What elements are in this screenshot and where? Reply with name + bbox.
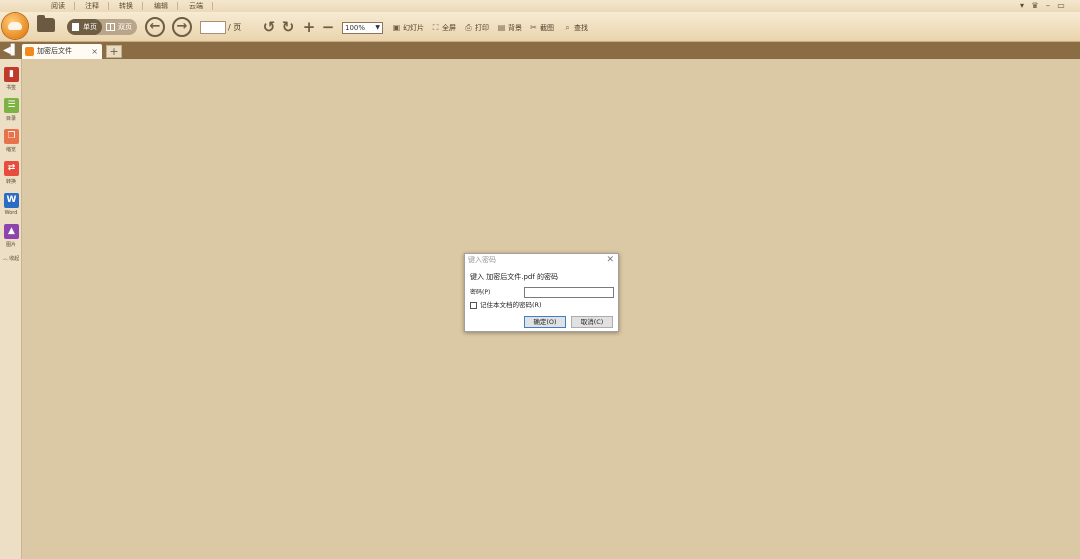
sidebar-item-label: Word [4, 210, 18, 216]
word-icon: W [4, 193, 19, 208]
single-page-label: 单页 [83, 23, 97, 31]
bookmark-icon: ▮ [4, 67, 19, 82]
background-button[interactable]: ▤ 背景 [497, 22, 522, 34]
zoom-in-icon[interactable]: + [301, 19, 317, 35]
sidebar-item-label: 书签 [5, 85, 16, 91]
sidebar-item-label: 目录 [5, 116, 16, 122]
double-page-label: 双页 [118, 23, 132, 31]
menu-tab-annotate[interactable]: 注释 [78, 0, 109, 12]
page-number-input[interactable] [200, 21, 226, 34]
toc-icon: ☰ [4, 98, 19, 113]
print-button[interactable]: ⎙ 打印 [464, 22, 489, 34]
document-tab-title: 加密后文件 [37, 47, 72, 55]
minimize-icon[interactable]: – [1042, 0, 1054, 12]
restore-icon[interactable]: ▭ [1055, 0, 1067, 12]
rotate-left-icon[interactable]: ↺ [261, 19, 277, 35]
cancel-button[interactable]: 取消(C) [571, 316, 613, 328]
sidebar-item-bookmarks[interactable]: ▮ 书签 [1, 67, 21, 95]
printer-icon: ⎙ [465, 23, 472, 32]
new-tab-button[interactable]: + [106, 45, 122, 58]
prev-page-button[interactable]: ← [145, 17, 165, 37]
dialog-prompt: 键入 加密后文件.pdf 的密码 [470, 273, 559, 281]
slideshow-label: 幻灯片 [403, 24, 424, 32]
sidebar-item-word[interactable]: W Word [1, 193, 21, 221]
sidebar-item-label: 图片 [5, 242, 16, 248]
search-icon: ⌕ [565, 23, 570, 32]
print-label: 打印 [475, 24, 489, 32]
sidebar-item-toc[interactable]: ☰ 目录 [1, 98, 21, 126]
ok-button[interactable]: 确定(O) [524, 316, 566, 328]
convert-icon: ⇄ [4, 161, 19, 176]
image-icon: ▲ [4, 224, 19, 239]
password-dialog: 键入密码 ✕ 键入 加密后文件.pdf 的密码 密码(P) 记住本文档的密码(R… [464, 253, 619, 332]
sidebar-item-label: 转换 [5, 179, 16, 185]
sidebar-item-label: 缩览 [5, 147, 16, 153]
remember-password-checkbox[interactable] [470, 302, 477, 309]
remember-password-label: 记住本文档的密码(R) [480, 301, 542, 309]
dropdown-menu-icon[interactable]: ▾ [1016, 0, 1028, 12]
zoom-value: 100% [345, 24, 366, 32]
search-button[interactable]: ⌕ 查找 [563, 22, 588, 34]
document-tab[interactable]: 加密后文件 × [22, 44, 102, 59]
search-label: 查找 [574, 24, 588, 32]
sidebar-collapse-button[interactable]: ︿ 收起 [1, 255, 21, 262]
back-arrow-icon[interactable]: ◀▌ [3, 44, 18, 57]
chevron-down-icon: ▼ [375, 24, 380, 31]
document-tab-bar: ◀▌ 加密后文件 × + [0, 42, 1080, 59]
sidebar-item-thumbnails[interactable]: ❐ 缩览 [1, 129, 21, 157]
scissors-icon: ✂ [530, 23, 537, 32]
page-suffix-label: / 页 [228, 23, 242, 32]
close-icon[interactable]: ✕ [606, 255, 614, 265]
password-label: 密码(P) [470, 289, 491, 296]
slideshow-button[interactable]: ▣ 幻灯片 [392, 22, 424, 34]
rotate-right-icon[interactable]: ↻ [280, 19, 296, 35]
single-page-icon [72, 23, 79, 31]
password-field[interactable] [524, 287, 614, 298]
menu-tab-convert[interactable]: 转换 [112, 0, 143, 12]
single-page-button[interactable]: 单页 [67, 19, 102, 35]
screenshot-label: 截图 [540, 24, 554, 32]
arrow-right-icon: → [176, 19, 188, 34]
fullscreen-button[interactable]: ⛶ 全屏 [431, 22, 456, 34]
next-page-button[interactable]: → [172, 17, 192, 37]
fullscreen-icon: ⛶ [432, 23, 439, 32]
close-tab-icon[interactable]: × [91, 44, 98, 59]
double-page-button[interactable]: 双页 [102, 19, 137, 35]
open-folder-icon[interactable] [37, 15, 55, 32]
sidebar-item-image[interactable]: ▲ 图片 [1, 224, 21, 252]
page-mode-switch: 单页 双页 [67, 19, 137, 35]
thumbnail-icon: ❐ [4, 129, 19, 144]
app-logo-icon[interactable] [2, 13, 28, 39]
toolbar: 单页 双页 ← → / 页 ↺ ↻ + − 100% ▼ ▣ 幻灯片 ⛶ 全屏 … [0, 12, 1080, 42]
menu-tab-cloud[interactable]: 云端 [182, 0, 213, 12]
menu-strip: 阅读 注释 转换 编辑 云端 ▾ ♛ – ▭ [0, 0, 1080, 12]
left-sidebar: ▮ 书签 ☰ 目录 ❐ 缩览 ⇄ 转换 W Word ▲ 图片 ︿ 收起 [0, 59, 22, 559]
arrow-left-icon: ← [149, 19, 161, 34]
zoom-select[interactable]: 100% ▼ [342, 22, 383, 34]
menu-tab-read[interactable]: 阅读 [44, 0, 75, 12]
background-icon: ▤ [497, 23, 506, 32]
menu-tab-edit[interactable]: 编辑 [147, 0, 178, 12]
slideshow-icon: ▣ [392, 23, 401, 32]
pdf-file-icon [25, 47, 34, 56]
dialog-title: 键入密码 [468, 256, 496, 264]
zoom-out-icon[interactable]: − [320, 19, 336, 35]
double-page-icon [106, 23, 115, 31]
screenshot-button[interactable]: ✂ 截图 [529, 22, 554, 34]
background-label: 背景 [508, 24, 522, 32]
fullscreen-label: 全屏 [442, 24, 456, 32]
skin-icon[interactable]: ♛ [1029, 0, 1041, 12]
sidebar-item-convert[interactable]: ⇄ 转换 [1, 161, 21, 189]
